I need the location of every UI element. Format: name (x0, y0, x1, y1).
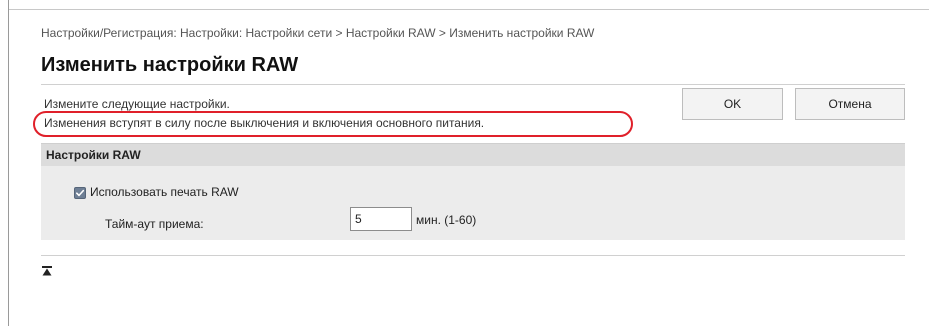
title-divider (41, 84, 905, 85)
ok-button[interactable]: OK (682, 88, 783, 120)
section-header: Настройки RAW (41, 143, 905, 166)
window-top-border (8, 0, 929, 10)
raw-settings-section: Настройки RAW Использовать печать RAW Та… (41, 143, 905, 240)
notice-highlight-annotation (33, 111, 633, 137)
page-top-icon[interactable] (42, 263, 52, 276)
checkmark-icon (76, 189, 85, 197)
timeout-unit: мин. (1-60) (416, 213, 477, 227)
bottom-divider (41, 255, 905, 256)
instruction-text: Измените следующие настройки. (44, 97, 230, 111)
breadcrumb: Настройки/Регистрация: Настройки: Настро… (41, 26, 595, 40)
window-left-border (8, 0, 9, 326)
timeout-input[interactable] (350, 207, 412, 231)
use-raw-label[interactable]: Использовать печать RAW (90, 185, 239, 199)
cancel-button[interactable]: Отмена (795, 88, 905, 120)
timeout-label: Тайм-аут приема: (105, 217, 204, 231)
section-title: Настройки RAW (46, 148, 141, 162)
arrow-to-top-icon (42, 266, 52, 276)
page-title: Изменить настройки RAW (41, 54, 299, 76)
use-raw-checkbox[interactable] (74, 187, 86, 199)
